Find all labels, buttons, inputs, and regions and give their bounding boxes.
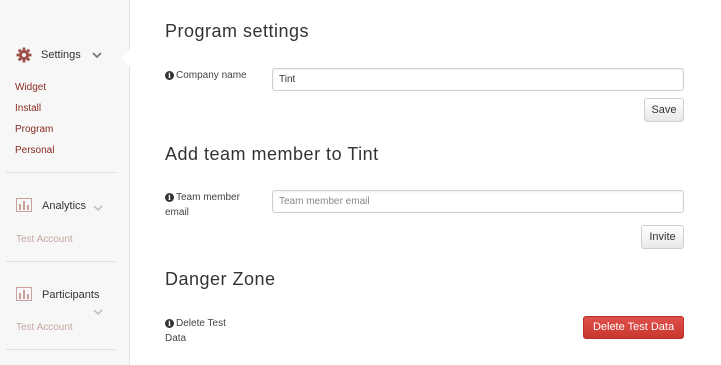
sidebar-link-widget[interactable]: Widget: [15, 82, 46, 93]
add-team-member-title: Add team member to Tint: [165, 144, 379, 164]
info-icon[interactable]: i: [165, 193, 174, 202]
main-content: Program settings iCompany name Save Add …: [131, 0, 721, 365]
participants-chevron-down-icon[interactable]: [93, 309, 103, 316]
company-name-label: i Company name: [165, 68, 247, 83]
sidebar-settings-header[interactable]: Settings: [16, 47, 81, 63]
delete-test-data-label: i Delete Test Data: [165, 318, 226, 344]
danger-zone-title: Danger Zone: [165, 269, 276, 289]
sidebar-analytics-sub[interactable]: Test Account: [16, 234, 73, 245]
info-icon[interactable]: i: [165, 71, 174, 80]
sidebar: Settings Widget Install Program Personal…: [0, 0, 130, 365]
sidebar-settings-label: Settings: [41, 49, 81, 61]
program-settings-title: Program settings: [165, 21, 310, 41]
team-member-email-input[interactable]: [272, 190, 684, 213]
sidebar-link-install[interactable]: Install: [15, 103, 41, 114]
sidebar-divider: [6, 172, 116, 173]
bar-chart-icon: [16, 198, 32, 214]
sidebar-analytics-label: Analytics: [42, 200, 87, 212]
sidebar-participants-sub[interactable]: Test Account: [16, 322, 73, 333]
sidebar-participants-label: Participants: [42, 289, 100, 301]
company-name-input[interactable]: [272, 68, 684, 91]
active-pointer-notch: [121, 48, 131, 68]
delete-test-data-button[interactable]: Delete Test Data: [583, 316, 684, 339]
analytics-chevron-down-icon[interactable]: [93, 205, 103, 212]
sidebar-divider: [6, 261, 116, 262]
sidebar-participants-header[interactable]: Participants: [16, 287, 99, 303]
info-icon[interactable]: i: [165, 319, 174, 328]
invite-button[interactable]: Invite: [641, 225, 684, 249]
save-button[interactable]: Save: [644, 98, 684, 122]
sidebar-link-program[interactable]: Program: [15, 124, 53, 135]
sidebar-analytics-header[interactable]: Analytics: [16, 198, 86, 214]
gear-icon: [16, 47, 32, 63]
sidebar-divider: [6, 349, 116, 350]
team-member-email-label: i Team member email: [165, 192, 240, 218]
bar-chart-icon: [16, 287, 32, 303]
sidebar-link-personal[interactable]: Personal: [15, 145, 54, 156]
settings-chevron-down-icon[interactable]: [92, 52, 102, 59]
